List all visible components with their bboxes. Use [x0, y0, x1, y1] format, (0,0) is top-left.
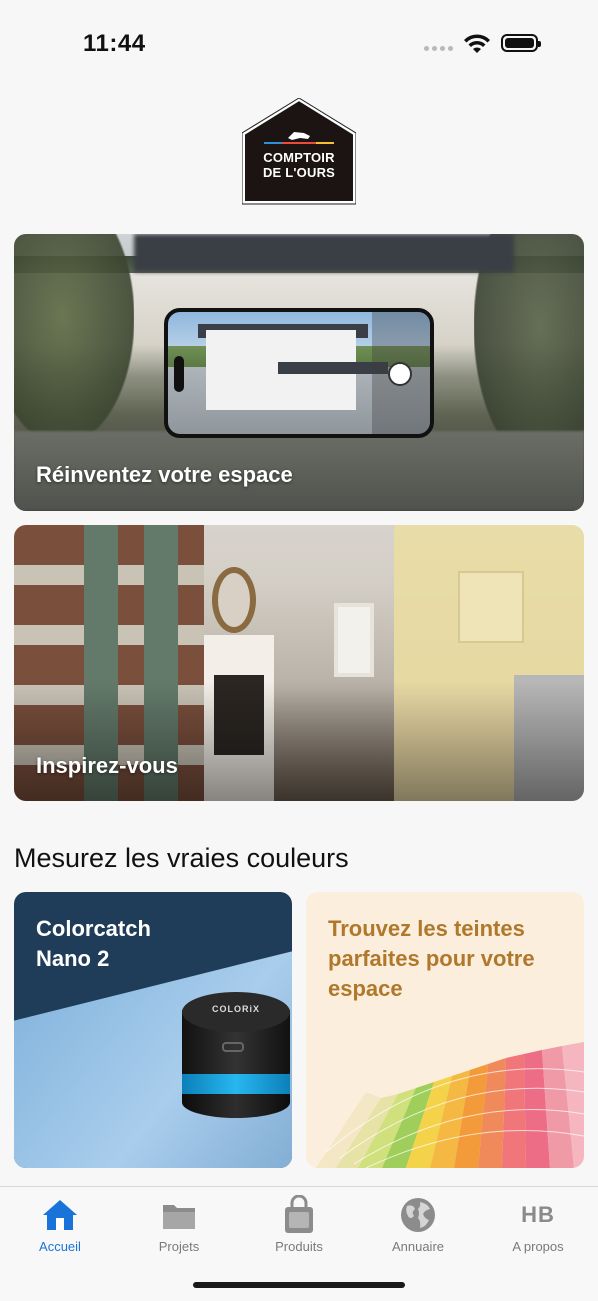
- battery-icon: [501, 34, 541, 52]
- tab-accueil-label: Accueil: [39, 1239, 81, 1254]
- globe-icon: [401, 1198, 435, 1232]
- colorcatch-title: Colorcatch Nano 2: [36, 916, 151, 971]
- reinvent-space-card[interactable]: Réinventez votre espace: [14, 234, 584, 511]
- home-icon: [43, 1200, 77, 1230]
- camera-shutter-icon: [388, 362, 412, 386]
- tab-a-propos-label: A propos: [512, 1239, 564, 1254]
- tab-projets-label: Projets: [158, 1239, 200, 1254]
- colorcatch-device-image: COLORiX: [182, 992, 290, 1126]
- tab-a-propos[interactable]: HB A propos: [488, 1195, 588, 1254]
- reinvent-card-title: Réinventez votre espace: [36, 462, 293, 487]
- brand-logo: COMPTOIR DE L'OURS: [242, 98, 356, 206]
- signal-icon: [424, 46, 453, 51]
- tab-annuaire-label: Annuaire: [391, 1239, 445, 1254]
- phone-camera-image: [164, 308, 434, 438]
- home-indicator[interactable]: [193, 1282, 405, 1288]
- tab-produits[interactable]: Produits: [249, 1195, 349, 1254]
- inspire-card-title: Inspirez-vous: [36, 753, 178, 778]
- logo-text: COMPTOIR DE L'OURS: [262, 150, 336, 180]
- tab-produits-label: Produits: [275, 1239, 323, 1254]
- tab-accueil[interactable]: Accueil: [10, 1195, 110, 1254]
- tab-projets[interactable]: Projets: [129, 1195, 229, 1254]
- status-bar: 11:44: [0, 0, 598, 80]
- colorcatch-tile[interactable]: COLORiX Colorcatch Nano 2: [14, 892, 292, 1168]
- find-shades-title: Trouvez les teintes parfaites pour votre…: [328, 916, 535, 1001]
- measure-section-title: Mesurez les vraies couleurs: [14, 843, 349, 873]
- wifi-icon: [464, 34, 490, 53]
- status-time: 11:44: [83, 30, 146, 57]
- tab-annuaire[interactable]: Annuaire: [368, 1195, 468, 1254]
- paint-can-icon: [285, 1195, 313, 1233]
- color-fan-deck-image: [316, 1042, 584, 1168]
- folder-icon: [163, 1205, 195, 1229]
- find-shades-tile[interactable]: Trouvez les teintes parfaites pour votre…: [306, 892, 584, 1168]
- inspire-card[interactable]: Inspirez-vous: [14, 525, 584, 801]
- hb-monogram-icon: HB: [521, 1202, 555, 1227]
